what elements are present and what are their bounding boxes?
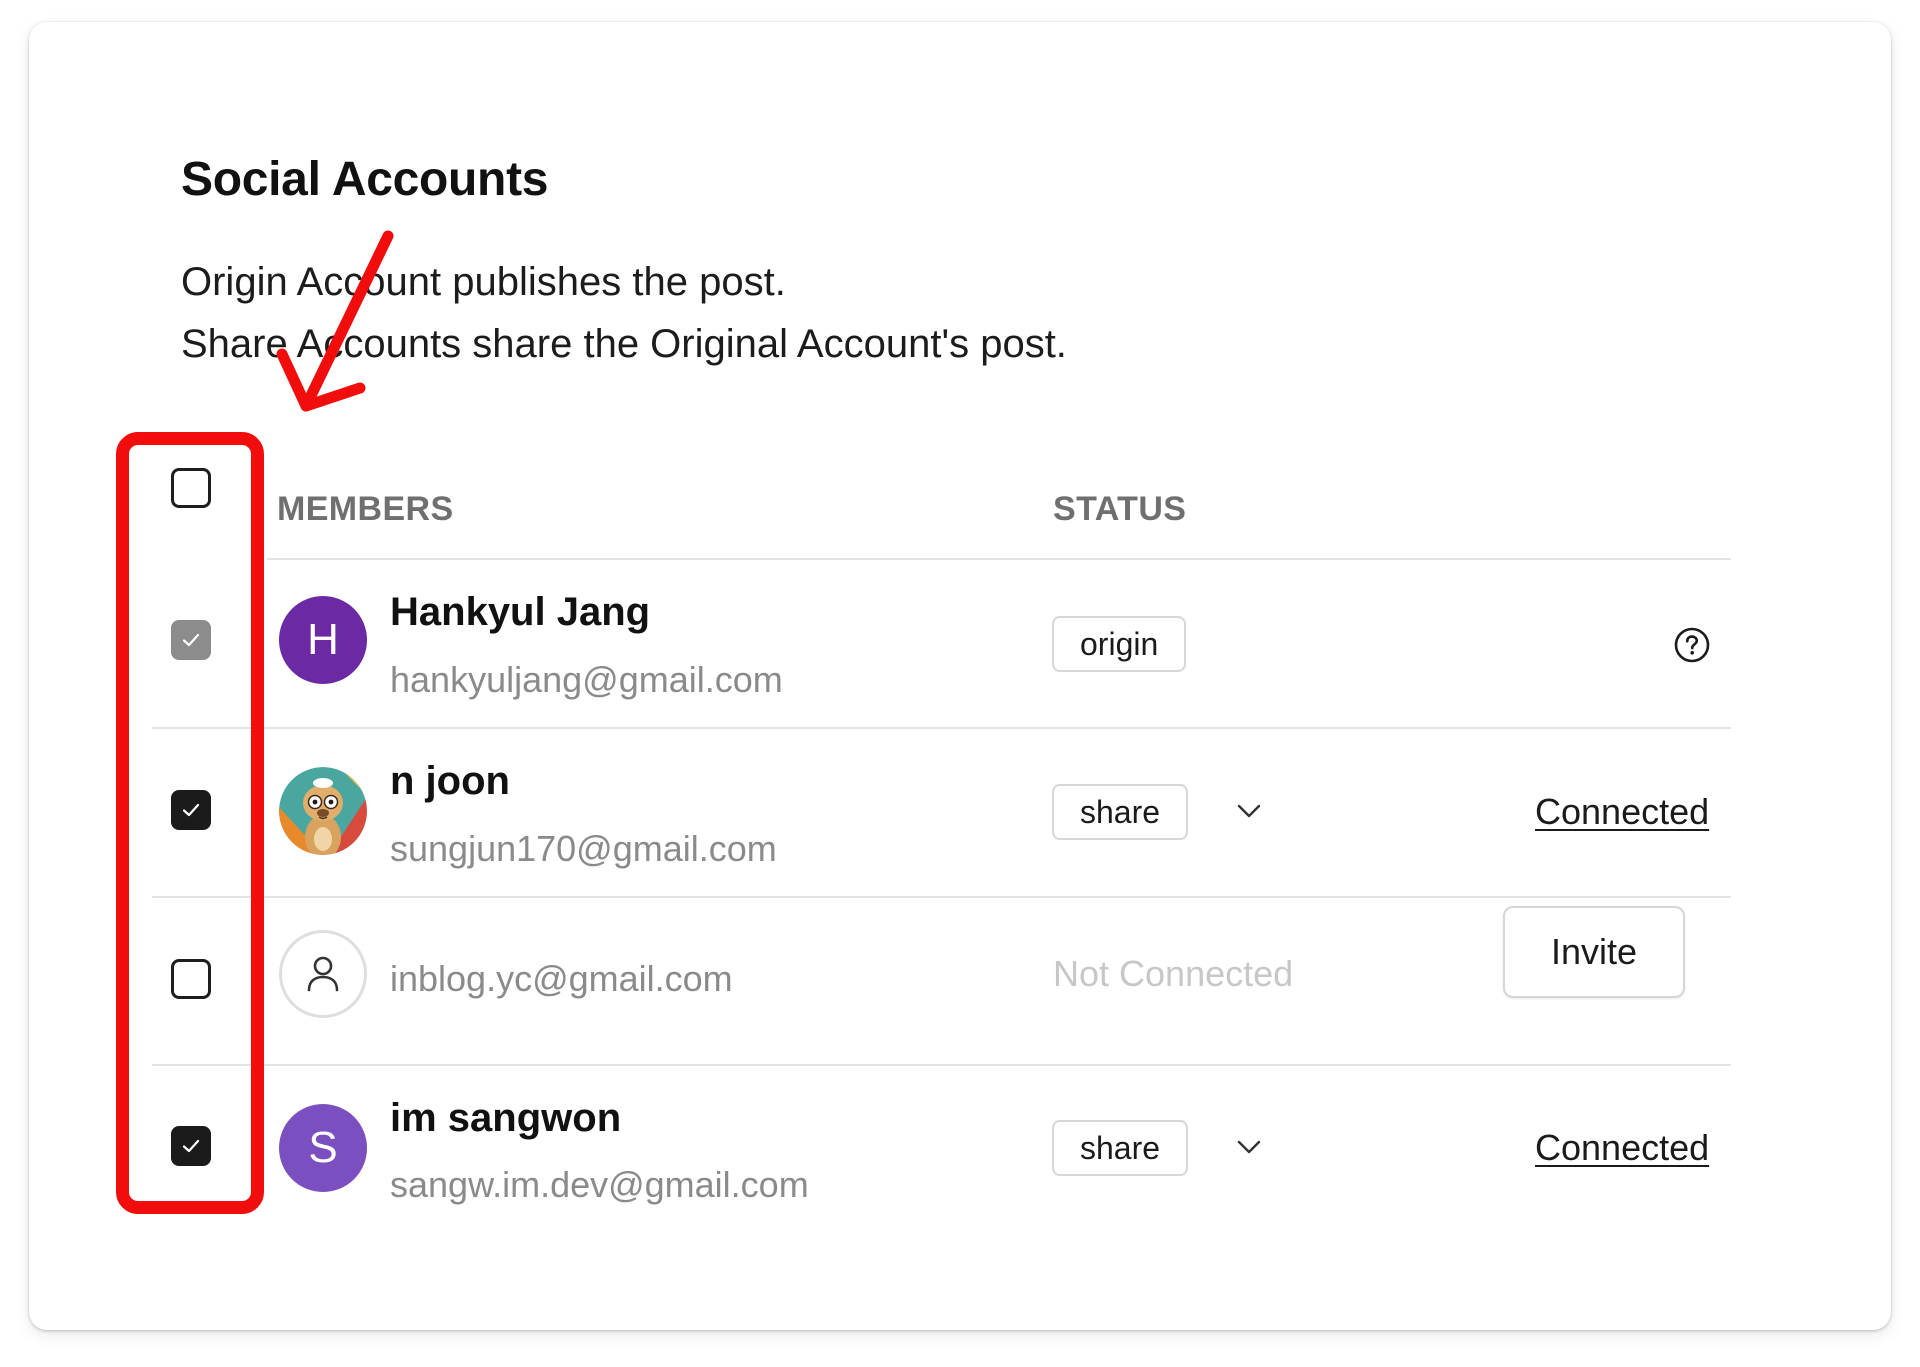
annotation-arrow-icon bbox=[276, 230, 394, 412]
role-label: share bbox=[1080, 1129, 1161, 1166]
avatar-image bbox=[279, 767, 367, 855]
chevron-down-icon[interactable] bbox=[1235, 797, 1263, 825]
row-divider bbox=[152, 727, 1731, 729]
member-email: hankyuljang@gmail.com bbox=[390, 659, 783, 700]
avatar-placeholder bbox=[279, 930, 367, 1018]
avatar-initial: H bbox=[307, 615, 339, 664]
stage: Social Accounts Origin Account publishes… bbox=[0, 0, 1920, 1367]
member-email: sangw.im.dev@gmail.com bbox=[390, 1164, 809, 1205]
annotation-highlight-box bbox=[116, 432, 264, 1214]
status-column-header: STATUS bbox=[1053, 490, 1187, 528]
row-divider bbox=[152, 1064, 1731, 1066]
section-title: Social Accounts bbox=[181, 153, 549, 206]
role-select[interactable]: share bbox=[1052, 784, 1189, 840]
status-text: Not Connected bbox=[1053, 953, 1294, 994]
member-name: im sangwon bbox=[390, 1096, 622, 1140]
connected-link[interactable]: Connected bbox=[1535, 790, 1709, 834]
connected-link[interactable]: Connected bbox=[1535, 1126, 1709, 1170]
chevron-down-icon[interactable] bbox=[1235, 1133, 1263, 1161]
header-divider bbox=[267, 558, 1731, 560]
row-divider bbox=[152, 896, 1731, 898]
meerkat-avatar-icon bbox=[279, 767, 367, 855]
member-email: inblog.yc@gmail.com bbox=[390, 958, 733, 999]
role-label: share bbox=[1080, 793, 1161, 830]
member-name: n joon bbox=[390, 759, 510, 803]
role-select[interactable]: share bbox=[1052, 1120, 1189, 1176]
role-label: origin bbox=[1080, 625, 1159, 662]
user-outline-icon bbox=[307, 956, 339, 992]
question-circle-icon[interactable] bbox=[1673, 626, 1711, 664]
avatar-initial: S bbox=[308, 1123, 338, 1172]
invite-button[interactable]: Invite bbox=[1503, 906, 1685, 998]
member-name: Hankyul Jang bbox=[390, 590, 651, 634]
invite-label: Invite bbox=[1550, 931, 1638, 972]
avatar: S bbox=[279, 1104, 367, 1192]
role-badge: origin bbox=[1052, 616, 1187, 672]
social-accounts-card: Social Accounts Origin Account publishes… bbox=[29, 22, 1891, 1330]
avatar: H bbox=[279, 596, 367, 684]
member-email: sungjun170@gmail.com bbox=[390, 828, 777, 869]
members-column-header: MEMBERS bbox=[277, 490, 454, 528]
